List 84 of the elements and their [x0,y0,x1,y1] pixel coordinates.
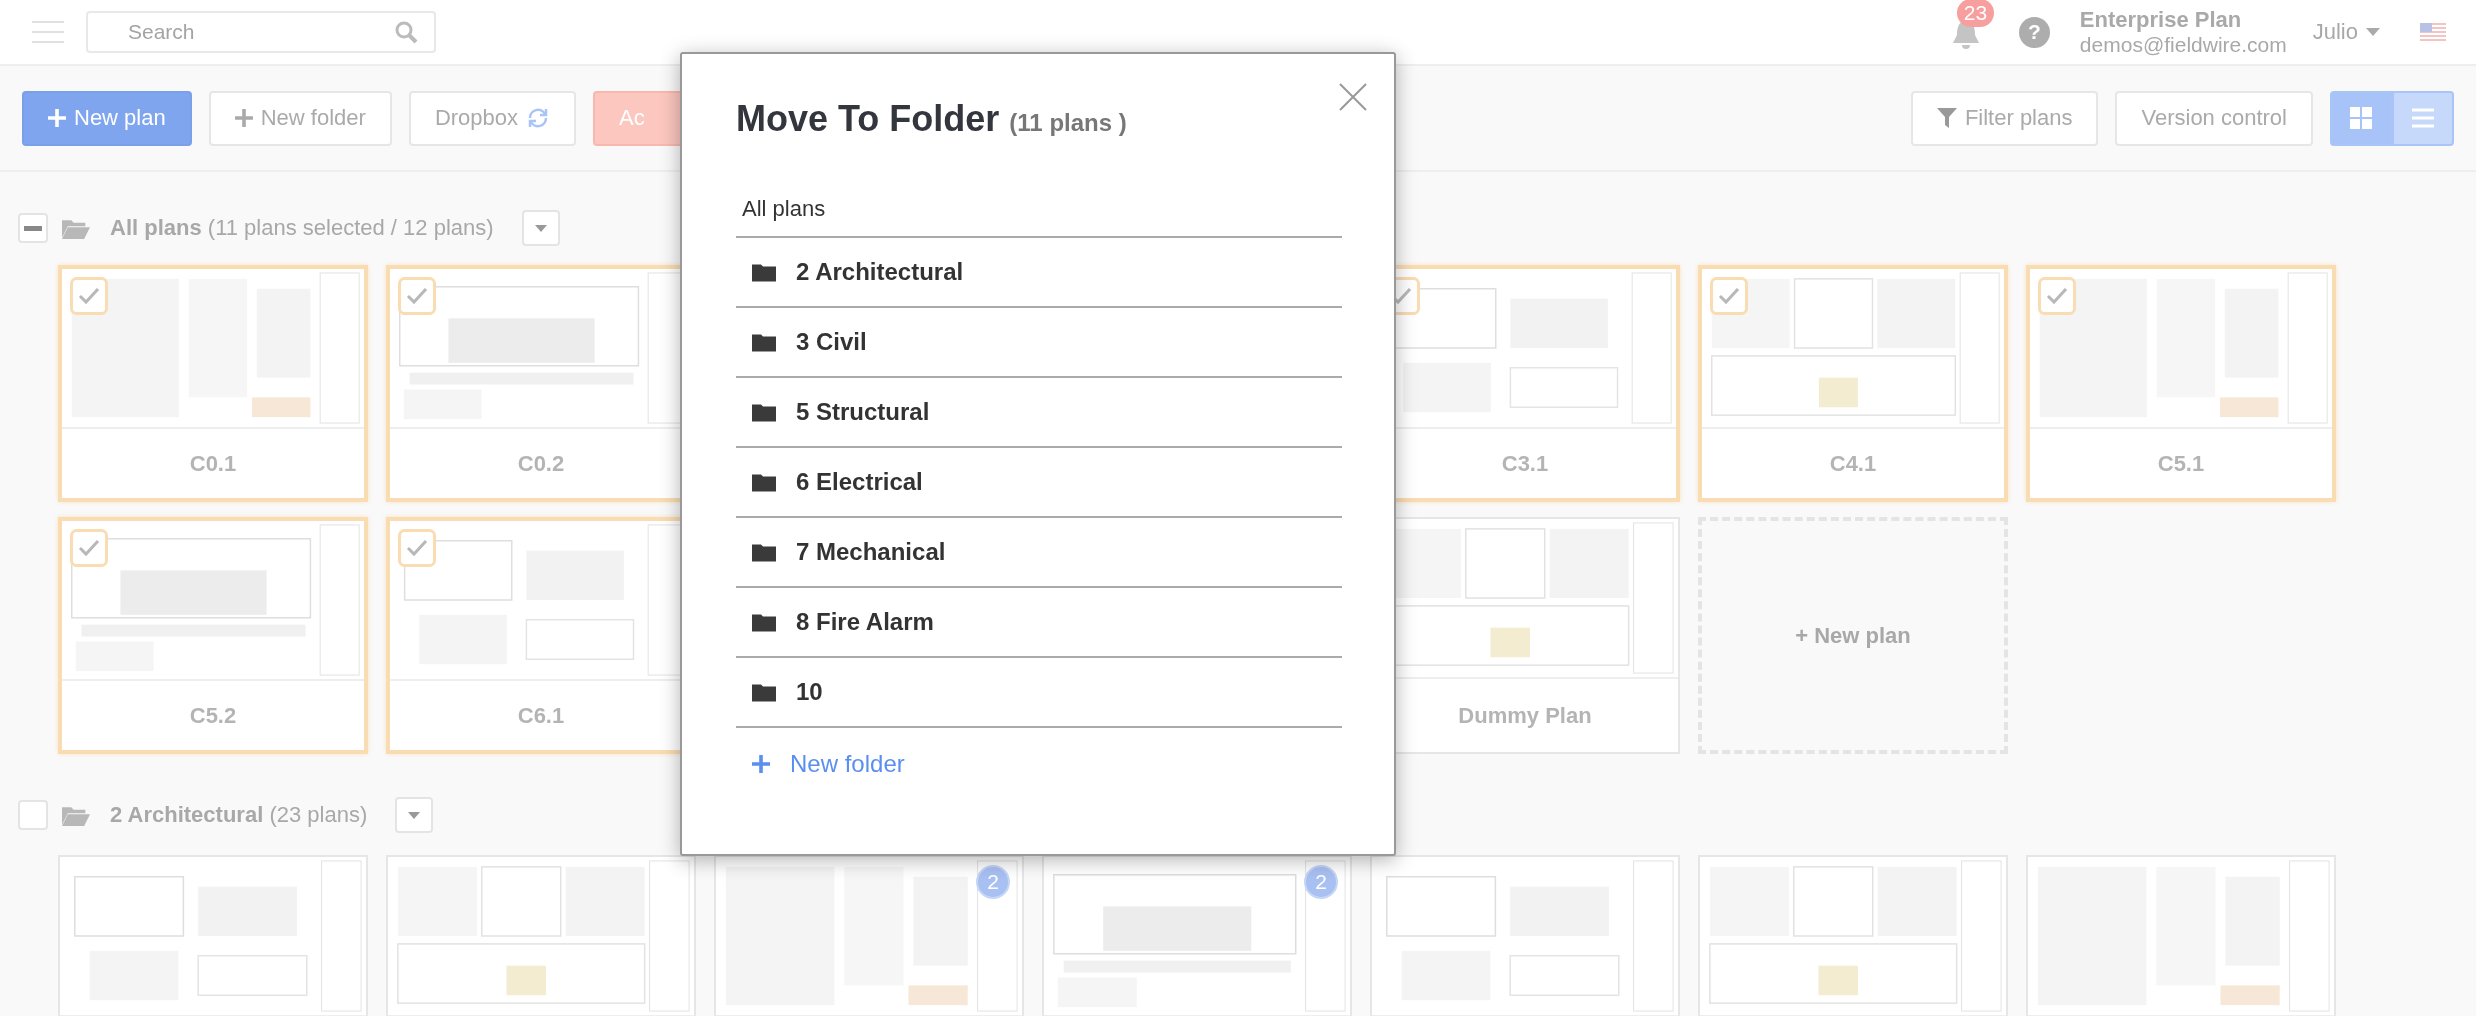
notification-count: 23 [1956,0,1995,27]
folder-icon [752,472,776,492]
plus-icon [234,109,253,127]
plan-card[interactable]: 2 [1042,855,1352,1016]
dialog-title: Move To Folder [736,98,1000,140]
folder-name: 3 Civil [796,328,867,356]
help-button[interactable]: ? [2018,16,2050,48]
caret-icon [534,224,547,232]
search-field[interactable]: Search [86,11,436,53]
minus-icon [24,225,42,231]
folder-name: 5 Structural [796,398,930,426]
caret-icon [2366,28,2380,36]
toolbar-button[interactable]: New plan [22,90,192,146]
flag-icon[interactable] [2420,23,2446,41]
plan-title: C5.2 [188,701,238,730]
account-email: demos@fieldwire.com [2079,32,2287,57]
folder-icon [752,332,776,352]
open-folder-icon [62,804,90,826]
folder-name: 2 Architectural [796,258,964,286]
new-plan-card[interactable]: + New plan [1698,517,2008,754]
folder-icon [752,682,776,702]
folder-option[interactable]: 7 Mechanical [736,518,1342,588]
card-checkbox[interactable] [1710,277,1748,315]
list-view-button[interactable] [2392,90,2454,146]
toolbar-button[interactable]: Filter plans [1910,90,2099,146]
toolbar-button[interactable]: New folder [208,90,392,146]
folder-name: 6 Electrical [796,468,923,496]
search-icon [394,20,418,44]
plus-icon [752,755,770,773]
plan-count: (11 plans ) [1009,109,1127,137]
folder-name: All plans [742,196,826,222]
plan-title: C6.1 [516,701,566,730]
card-checkbox[interactable] [398,277,436,315]
card-checkbox[interactable] [70,529,108,567]
plan-title: C3.1 [1500,449,1550,478]
section-checkbox[interactable] [18,800,48,830]
plan-title: Dummy Plan [1457,701,1593,730]
new-plan-label: + New plan [1795,622,1911,649]
plan-title: C5.1 [2156,449,2206,478]
section-checkbox[interactable] [18,213,48,243]
card-checkbox[interactable] [2038,277,2076,315]
toolbar-button[interactable]: Dropbox [408,90,577,146]
close-button[interactable] [1338,82,1368,112]
plan-title: C0.1 [188,449,238,478]
plan-name: Enterprise Plan [2079,7,2243,32]
list-icon [2412,108,2434,128]
folder-icon [752,612,776,632]
folder-name: 8 Fire Alarm [796,608,934,636]
grid-view-button[interactable] [2330,90,2392,146]
plan-card[interactable]: 2 [714,855,1024,1016]
card-checkbox[interactable] [70,277,108,315]
folder-icon [752,402,776,422]
filter-icon [1936,108,1957,128]
grid-icon [2350,107,2372,129]
folder-option[interactable]: 6 Electrical [736,448,1342,518]
plan-card[interactable]: C4.1 [1698,265,2008,502]
folder-icon [752,262,776,282]
open-folder-icon [62,217,90,239]
folder-option[interactable]: 5 Structural [736,378,1342,448]
folder-name: 10 [796,678,823,706]
folder-option[interactable]: 8 Fire Alarm [736,588,1342,658]
folder-name: 7 Mechanical [796,538,946,566]
folder-icon [752,542,776,562]
plan-card[interactable]: C5.2 [58,517,368,754]
folder-option[interactable]: All plans [736,182,1342,238]
user-menu[interactable]: Julio [2312,19,2380,45]
section-title: All plans (11 plans selected / 12 plans) [110,215,494,241]
caret-icon [408,811,421,819]
new-folder-link[interactable]: New folder [752,750,905,778]
close-icon [1338,82,1368,112]
plus-icon [48,109,66,127]
folder-option[interactable]: 3 Civil [736,308,1342,378]
toolbar-button[interactable]: Version control [2115,90,2313,146]
folder-option[interactable]: 10 [736,658,1342,728]
plan-title: C0.2 [516,449,566,478]
section-menu-button[interactable] [521,210,560,246]
plan-title: C4.1 [1828,449,1878,478]
plan-card[interactable]: C0.1 [58,265,368,502]
plan-card[interactable]: C5.1 [2026,265,2336,502]
menu-icon[interactable] [32,20,64,44]
card-checkbox[interactable] [398,529,436,567]
section-menu-button[interactable] [395,797,434,833]
folder-option[interactable]: 2 Architectural [736,238,1342,308]
section-title: 2 Architectural (23 plans) [110,802,368,828]
